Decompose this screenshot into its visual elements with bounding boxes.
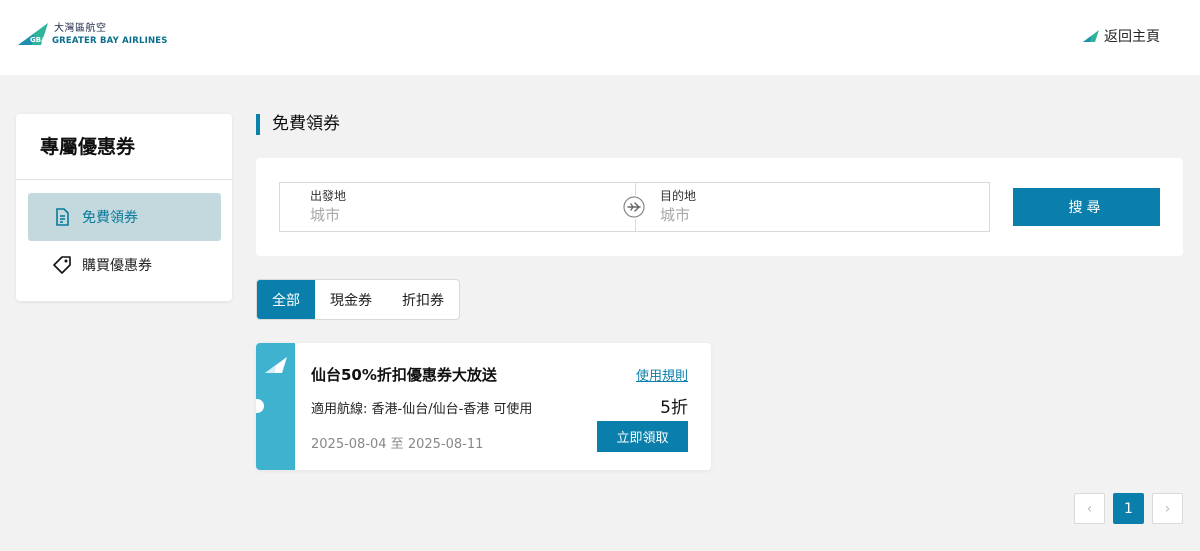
plane-circle-icon — [623, 196, 645, 218]
sidebar-item-label: 購買優惠券 — [82, 258, 152, 274]
logo-text: 大灣區航空 GREATER BAY AIRLINES — [52, 24, 168, 46]
origin-label: 出發地 — [310, 189, 347, 203]
logo-english-name: GREATER BAY AIRLINES — [52, 36, 168, 47]
stub-notch — [256, 399, 264, 413]
chevron-left-icon: ‹ — [1086, 500, 1093, 517]
return-home-label: 返回主頁 — [1104, 29, 1160, 45]
swap-route-button[interactable] — [622, 195, 646, 219]
destination-input[interactable] — [660, 206, 940, 224]
tab-all[interactable]: 全部 — [257, 280, 315, 319]
chevron-right-icon: › — [1164, 500, 1171, 517]
route-selector: 出發地 目的地 — [279, 182, 990, 232]
origin-input[interactable] — [310, 206, 590, 224]
search-button[interactable]: 搜尋 — [1013, 188, 1160, 226]
bird-icon — [1083, 30, 1099, 42]
claim-coupon-button[interactable]: 立即領取 — [597, 421, 688, 452]
destination-field[interactable]: 目的地 — [635, 183, 989, 231]
top-header: GBA 大灣區航空 GREATER BAY AIRLINES 返回主頁 — [0, 0, 1200, 75]
usage-rules-link[interactable]: 使用規則 — [636, 365, 688, 384]
tag-icon — [53, 256, 71, 274]
section-title: 免費領券 — [256, 114, 340, 135]
document-icon — [56, 208, 69, 226]
prev-page-button[interactable]: ‹ — [1074, 493, 1105, 524]
coupon-title: 仙台50%折扣優惠券大放送 — [311, 366, 497, 384]
coupon-route: 適用航線: 香港-仙台/仙台-香港 可使用 — [311, 402, 533, 417]
coupon-sidebar: 專屬優惠券 免費領券 購買優惠券 — [16, 114, 232, 301]
bird-icon — [265, 357, 287, 373]
sidebar-title: 專屬優惠券 — [16, 114, 232, 180]
sidebar-item-label: 免費領券 — [82, 210, 138, 226]
page-number-button[interactable]: 1 — [1113, 493, 1144, 524]
sidebar-item-buy-coupons[interactable]: 購買優惠券 — [28, 241, 221, 289]
discount-value: 5折 — [660, 398, 688, 418]
sidebar-item-free-coupons[interactable]: 免費領券 — [28, 193, 221, 241]
destination-label: 目的地 — [660, 189, 697, 203]
coupon-validity-dates: 2025-08-04 至 2025-08-11 — [311, 437, 484, 452]
logo-chinese-name: 大灣區航空 — [54, 23, 107, 35]
svg-text:GBA: GBA — [30, 36, 47, 44]
tab-discount-coupons[interactable]: 折扣券 — [387, 280, 459, 319]
next-page-button[interactable]: › — [1152, 493, 1183, 524]
coupon-stub — [256, 343, 295, 470]
logo-bird-icon: GBA — [18, 23, 48, 45]
coupon-type-tabs: 全部 現金券 折扣券 — [256, 279, 460, 320]
airline-logo[interactable]: GBA 大灣區航空 GREATER BAY AIRLINES — [16, 22, 168, 48]
return-home-link[interactable]: 返回主頁 — [1082, 26, 1160, 46]
tab-cash-coupons[interactable]: 現金券 — [315, 280, 387, 319]
search-panel: 出發地 目的地 搜尋 — [256, 158, 1183, 256]
origin-field[interactable]: 出發地 — [280, 183, 634, 231]
coupon-card: 仙台50%折扣優惠券大放送 適用航線: 香港-仙台/仙台-香港 可使用 2025… — [256, 343, 711, 470]
